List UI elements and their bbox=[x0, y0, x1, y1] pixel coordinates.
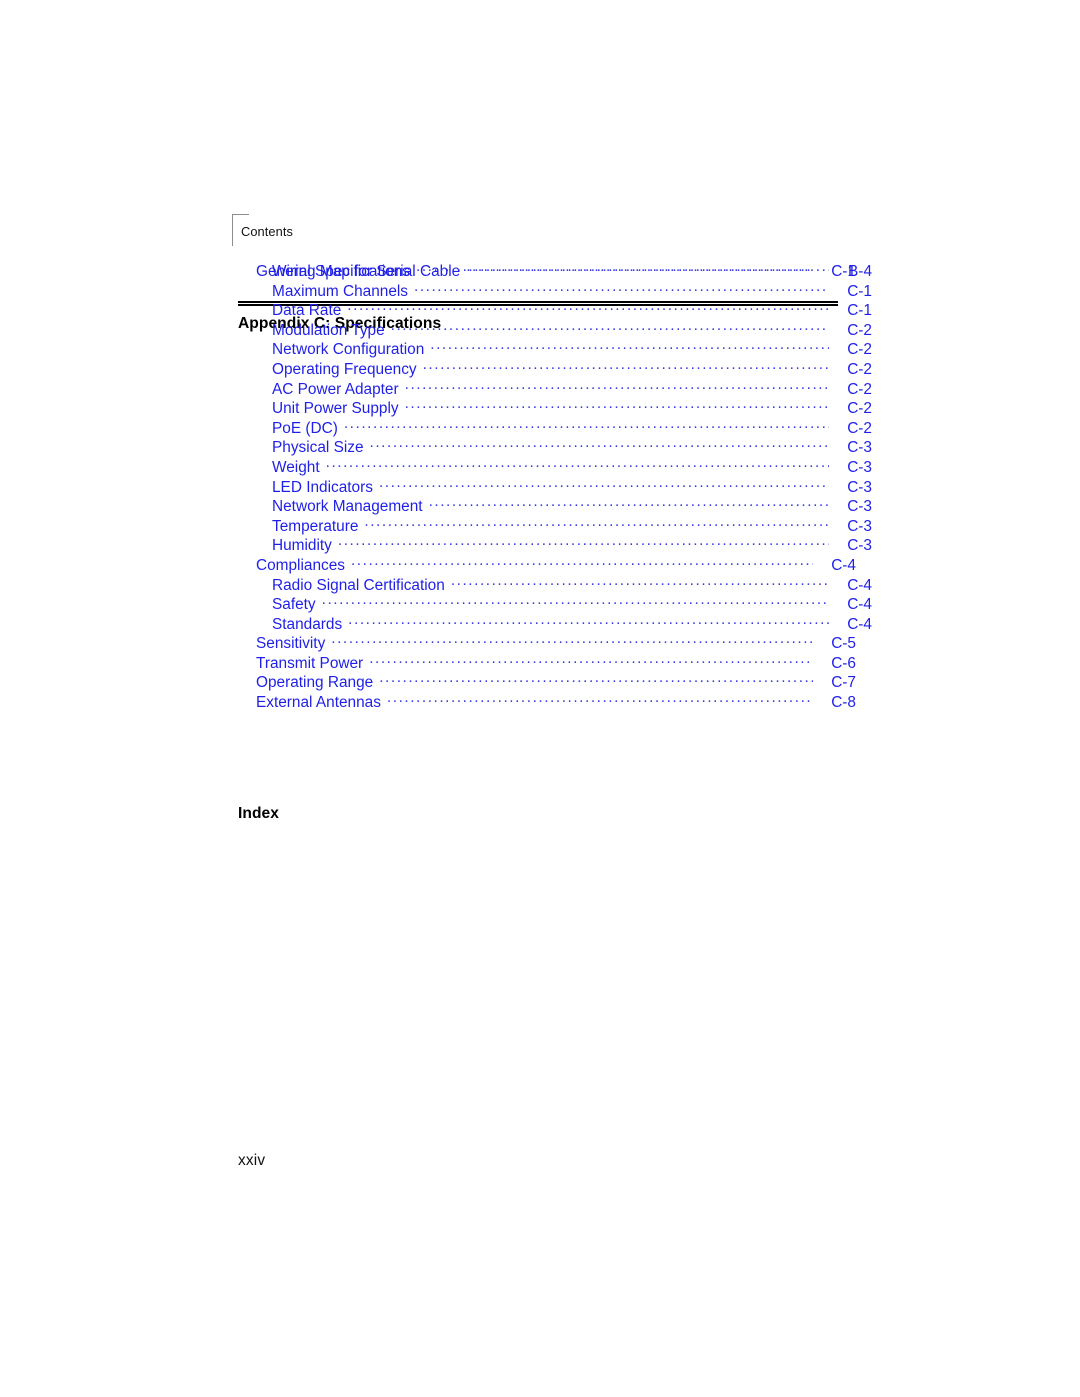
toc-dot-leader bbox=[348, 615, 829, 629]
toc-entry[interactable]: Network Management C-3 bbox=[238, 497, 872, 517]
toc-dot-leader bbox=[429, 497, 829, 511]
toc-entry-title: Modulation Type bbox=[272, 321, 385, 339]
toc-page: Contents Wiring Map for Serial CableB-4 … bbox=[0, 0, 1080, 1397]
toc-dot-leader bbox=[344, 419, 829, 433]
toc-entry[interactable]: Physical Size C-3 bbox=[238, 438, 872, 458]
toc-entry-page-number: C-8 bbox=[831, 694, 856, 712]
toc-entry[interactable]: Maximum Channels C-1 bbox=[238, 282, 872, 302]
toc-entry-page-number: C-1 bbox=[831, 263, 856, 280]
toc-entry-title: Operating Range bbox=[256, 674, 374, 692]
toc-entry-page-number: C-3 bbox=[847, 498, 872, 516]
toc-entry-title: Radio Signal Certification bbox=[272, 576, 445, 594]
toc-entry[interactable]: Weight C-3 bbox=[238, 458, 872, 478]
toc-entry[interactable]: Operating Range C-7 bbox=[238, 673, 856, 693]
toc-entry-title: Physical Size bbox=[272, 439, 364, 457]
toc-entry-page-number: C-2 bbox=[847, 419, 872, 437]
toc-dot-leader bbox=[414, 282, 829, 296]
toc-entry-title: Humidity bbox=[272, 537, 332, 555]
toc-dot-leader bbox=[451, 576, 829, 590]
page-number: xxiv bbox=[238, 1152, 266, 1169]
toc-entry-page-number: C-3 bbox=[847, 478, 872, 496]
toc-entry-page-number: C-2 bbox=[847, 380, 872, 398]
toc-entry-page-number: C-3 bbox=[847, 537, 872, 555]
running-header: Contents bbox=[232, 214, 652, 254]
toc-dot-leader bbox=[322, 595, 829, 609]
toc-entry[interactable]: Transmit Power C-6 bbox=[238, 654, 856, 674]
toc-dot-leader bbox=[370, 438, 829, 452]
toc-entry-page-number: C-5 bbox=[831, 635, 856, 653]
toc-entry-title: Temperature bbox=[272, 517, 359, 535]
toc-entry[interactable]: Radio Signal Certification C-4 bbox=[238, 576, 872, 596]
toc-entry-title: Unit Power Supply bbox=[272, 400, 399, 418]
toc-entry-title: Transmit Power bbox=[256, 654, 364, 672]
toc-dot-leader bbox=[379, 673, 813, 687]
toc-entry-title: Compliances bbox=[256, 556, 345, 574]
toc-dot-leader bbox=[347, 301, 829, 315]
toc-entry[interactable]: Compliances C-4 bbox=[238, 556, 856, 576]
section-heading-index: Index bbox=[238, 805, 279, 822]
toc-entry[interactable]: PoE (DC) C-2 bbox=[238, 419, 872, 439]
toc-entry[interactable]: Standards C-4 bbox=[238, 615, 872, 635]
toc-entry-page-number: C-2 bbox=[847, 321, 872, 339]
toc-dot-leader bbox=[379, 478, 829, 492]
toc-entry[interactable]: Sensitivity C-5 bbox=[238, 634, 856, 654]
toc-entry[interactable]: Network Configuration C-2 bbox=[238, 340, 872, 360]
toc-dot-leader bbox=[405, 399, 829, 413]
toc-entry-page-number: C-1 bbox=[847, 302, 872, 320]
toc-entry-title: Sensitivity bbox=[256, 635, 326, 653]
toc-entry-title: Network Management bbox=[272, 498, 423, 516]
toc-entry-page-number: C-3 bbox=[847, 517, 872, 535]
toc-entry[interactable]: Safety C-4 bbox=[238, 595, 872, 615]
toc-entry-page-number: C-4 bbox=[847, 615, 872, 633]
toc-entry-page-number: C-3 bbox=[847, 458, 872, 476]
toc-dot-leader bbox=[430, 340, 829, 354]
toc-entry-page-number: C-4 bbox=[831, 556, 856, 574]
running-header-label: Contents bbox=[241, 224, 294, 239]
toc-entry-title: Weight bbox=[272, 458, 320, 476]
toc-entry[interactable]: Data Rate C-1 bbox=[238, 301, 872, 321]
toc-entry-page-number: C-4 bbox=[847, 576, 872, 594]
toc-dot-leader bbox=[369, 654, 813, 668]
toc-entry-page-number: C-6 bbox=[831, 654, 856, 672]
toc-entry-page-number: C-1 bbox=[847, 282, 872, 300]
toc-entry-title: Data Rate bbox=[272, 302, 342, 320]
toc-entry[interactable]: Unit Power Supply C-2 bbox=[238, 399, 872, 419]
toc-entry-page-number: C-3 bbox=[847, 439, 872, 457]
toc-dot-leader bbox=[416, 262, 813, 276]
toc-dot-leader bbox=[405, 380, 829, 394]
toc-entry[interactable]: Temperature C-3 bbox=[238, 517, 872, 537]
toc-dot-leader bbox=[331, 634, 813, 648]
toc-entry-title: Maximum Channels bbox=[272, 282, 408, 300]
toc-entry-page-number: C-2 bbox=[847, 400, 872, 418]
toc-entry[interactable]: External Antennas C-8 bbox=[238, 693, 856, 713]
toc-dot-leader bbox=[387, 693, 813, 707]
toc-entry-page-number: C-7 bbox=[831, 674, 856, 692]
toc-dot-leader bbox=[423, 360, 829, 374]
toc-entry-page-number: C-2 bbox=[847, 360, 872, 378]
toc-entry-title: Network Configuration bbox=[272, 341, 425, 359]
toc-entry-title: External Antennas bbox=[256, 694, 381, 712]
toc-entry-title: General Specifications bbox=[256, 263, 410, 280]
toc-dot-leader bbox=[351, 556, 813, 570]
toc-dot-leader bbox=[364, 517, 829, 531]
toc-entry[interactable]: LED Indicators C-3 bbox=[238, 478, 872, 498]
toc-entry-title: Standards bbox=[272, 615, 343, 633]
toc-entry-title: AC Power Adapter bbox=[272, 380, 399, 398]
toc-entry[interactable]: Operating Frequency C-2 bbox=[238, 360, 872, 380]
toc-dot-leader bbox=[338, 536, 829, 550]
toc-dot-leader bbox=[326, 458, 829, 472]
toc-entry-title: Operating Frequency bbox=[272, 360, 417, 378]
toc-entry-list: General SpecificationsC-1Maximum Channel… bbox=[238, 262, 872, 713]
toc-entry[interactable]: Modulation Type C-2 bbox=[238, 321, 872, 341]
toc-entry-title: Safety bbox=[272, 596, 316, 614]
toc-entry-page-number: C-2 bbox=[847, 341, 872, 359]
toc-entry-title: PoE (DC) bbox=[272, 419, 338, 437]
toc-entry-title: LED Indicators bbox=[272, 478, 373, 496]
toc-dot-leader bbox=[391, 321, 829, 335]
toc-entry[interactable]: General Specifications C-1 bbox=[238, 262, 856, 282]
toc-entry[interactable]: Humidity C-3 bbox=[238, 536, 872, 556]
toc-entry-page-number: C-4 bbox=[847, 596, 872, 614]
toc-entry[interactable]: AC Power Adapter C-2 bbox=[238, 380, 872, 400]
